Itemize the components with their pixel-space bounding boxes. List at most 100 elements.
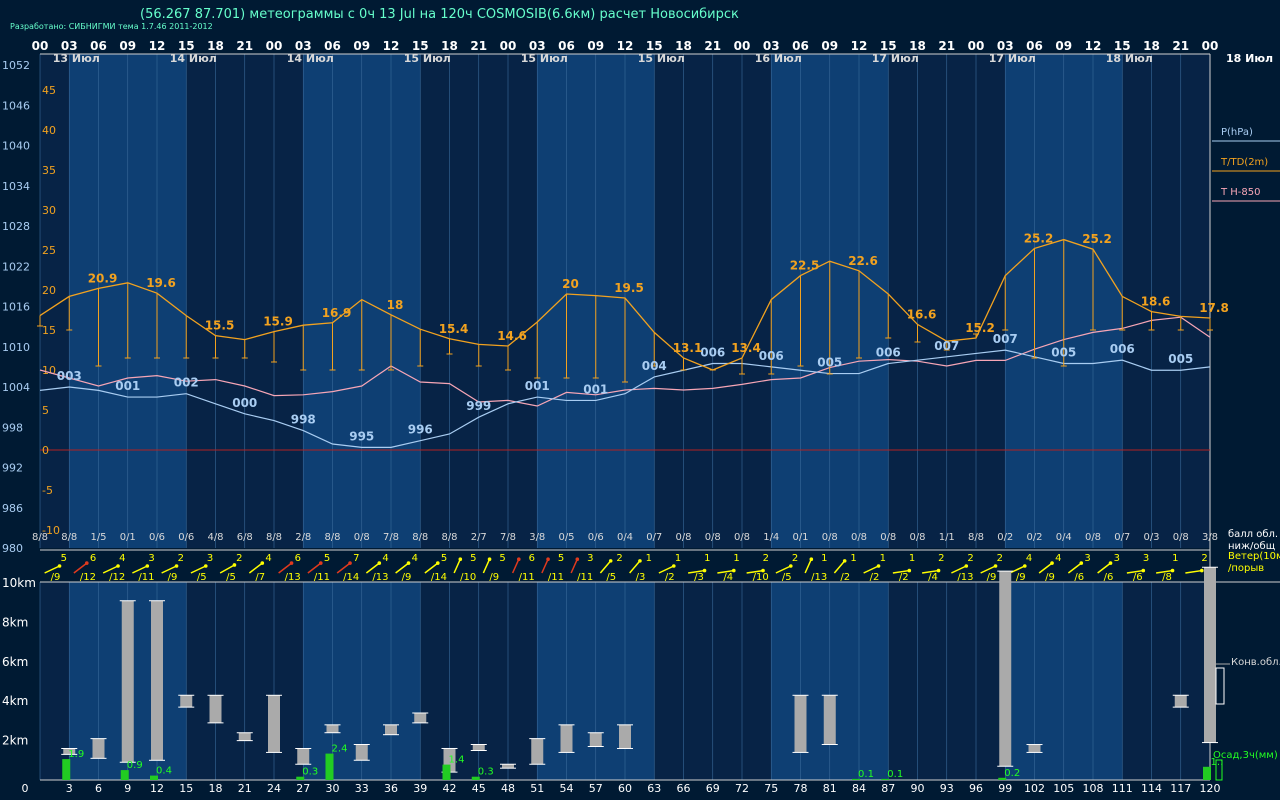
lower-hour-label: 111	[1112, 782, 1133, 795]
top-hour-label: 00	[32, 39, 49, 53]
wind-speed: 5	[499, 553, 505, 564]
wind-speed: 3	[1114, 553, 1120, 564]
lower-hour-label: 6	[95, 782, 102, 795]
lower-hour-label: 105	[1053, 782, 1074, 795]
date-label: 14 Июл	[287, 52, 334, 65]
wind-arrow-head	[406, 561, 411, 565]
lower-hour-label: 27	[296, 782, 310, 795]
temperature-tick-label: 30	[42, 204, 56, 217]
convective-cloud-bar	[502, 764, 514, 769]
lower-hour-label: 90	[911, 782, 925, 795]
lower-hour-label: 117	[1170, 782, 1191, 795]
wind-gust: /9	[987, 572, 997, 583]
temperature-data-label: 16.9	[322, 306, 352, 320]
wind-speed: 4	[265, 553, 271, 564]
temperature-tick-label: 15	[42, 324, 56, 337]
height-tick-label: 2km	[2, 734, 28, 748]
wind-gust: /14	[431, 572, 447, 583]
wind-gust: /2	[665, 572, 675, 583]
date-label: 15 Июл	[638, 52, 685, 65]
pressure-tick-label: 1046	[2, 99, 30, 112]
wind-speed: 6	[90, 553, 96, 564]
wind-speed: 5	[61, 553, 67, 564]
wind-speed: 2	[792, 553, 798, 564]
date-label: 15 Июл	[404, 52, 451, 65]
precip-value-label: 0.2	[1004, 768, 1020, 779]
date-label-right: 18 Июл	[1226, 52, 1273, 65]
convective-cloud-bar	[180, 695, 193, 708]
wind-gust: /11	[519, 572, 535, 583]
wind-speed: 5	[441, 553, 447, 564]
top-hour-label: 21	[704, 39, 721, 53]
height-tick-label: 4km	[2, 694, 28, 708]
precip-value-label: 2.4	[332, 744, 348, 755]
wind-gust: /4	[928, 572, 938, 583]
wind-arrow-head	[638, 559, 642, 563]
temperature-data-label: 15.9	[263, 315, 293, 329]
lower-hour-label: 45	[472, 782, 486, 795]
wind-gust: /9	[1016, 572, 1026, 583]
wind-arrow-head	[318, 561, 323, 565]
lower-hour-label: 18	[209, 782, 223, 795]
temperature-data-label: 25.2	[1024, 231, 1054, 245]
legend-label: P(hPa)	[1221, 127, 1253, 138]
cloud-cover-value: 0/8	[675, 532, 691, 543]
temperature-data-label: 19.6	[146, 276, 176, 290]
top-hour-label: 15	[178, 39, 195, 53]
precip-value-label: 0.9	[127, 760, 143, 771]
convective-cloud-bar	[326, 724, 339, 733]
wind-arrow	[541, 558, 549, 574]
cloud-cover-value: 3/8	[529, 532, 545, 543]
pressure-data-label: 007	[993, 332, 1018, 346]
pressure-data-label: 999	[466, 399, 491, 413]
meteogram-svg: 00 03 06 09 12 15 18 21 00 03 06 09 12 15 18 21 00 03 06 09…	[2, 39, 1280, 795]
wind-speed: 1	[704, 553, 710, 564]
temperature-tick-label: 20	[42, 284, 56, 297]
top-hour-label: 06	[1026, 39, 1043, 53]
cloud-cover-value: 0/8	[851, 532, 867, 543]
wind-speed: 3	[207, 553, 213, 564]
temperature-data-label: 15.4	[439, 322, 469, 336]
precip-bar	[442, 764, 451, 780]
temperature-tick-label: 0	[42, 444, 49, 457]
pressure-tick-label: 1010	[2, 341, 30, 354]
temperature-tick-label: 40	[42, 124, 56, 137]
top-hour-label: 06	[792, 39, 809, 53]
convective-cloud-bar	[92, 738, 105, 759]
wind-arrow-head	[57, 564, 62, 568]
wind-speed: 2	[938, 553, 944, 564]
wind-speed: 1	[646, 553, 652, 564]
cloud-cover-value: 0/7	[1114, 532, 1130, 543]
wind-gust: /7	[255, 572, 265, 583]
date-label: 15 Июл	[521, 52, 568, 65]
pressure-data-label: 006	[1110, 342, 1135, 356]
temperature-data-label: 25.2	[1082, 232, 1112, 246]
precip-value-label: 1.4	[449, 755, 465, 766]
lower-hour-label: 99	[998, 782, 1012, 795]
top-hour-label: 00	[968, 39, 985, 53]
temperature-data-label: 15.2	[965, 321, 995, 335]
wind-arrow-head	[289, 561, 294, 565]
convective-cloud-bar	[297, 748, 310, 765]
top-hour-label: 12	[149, 39, 166, 53]
height-tick-label: 8km	[2, 615, 28, 629]
top-hour-label: 06	[558, 39, 575, 53]
lower-hour-label: 0	[22, 782, 29, 795]
wind-arrow	[511, 558, 520, 574]
wind-gust: /5	[197, 572, 207, 583]
night-band-main	[274, 54, 304, 548]
top-hour-label: 12	[383, 39, 400, 53]
lower-hour-label: 78	[794, 782, 808, 795]
wind-gust: /11	[138, 572, 154, 583]
cloud-cover-value: 0/5	[558, 532, 574, 543]
lower-hour-label: 120	[1200, 782, 1221, 795]
pressure-tick-label: 1040	[2, 140, 30, 153]
temperature-data-label: 14.6	[497, 329, 527, 343]
top-hour-label: 15	[880, 39, 897, 53]
lower-hour-label: 21	[238, 782, 252, 795]
lower-hour-label: 30	[326, 782, 340, 795]
temperature-data-label: 19.5	[614, 281, 644, 295]
wind-speed: 4	[1026, 553, 1032, 564]
wind-speed: 3	[587, 553, 593, 564]
night-band-main	[508, 54, 538, 548]
